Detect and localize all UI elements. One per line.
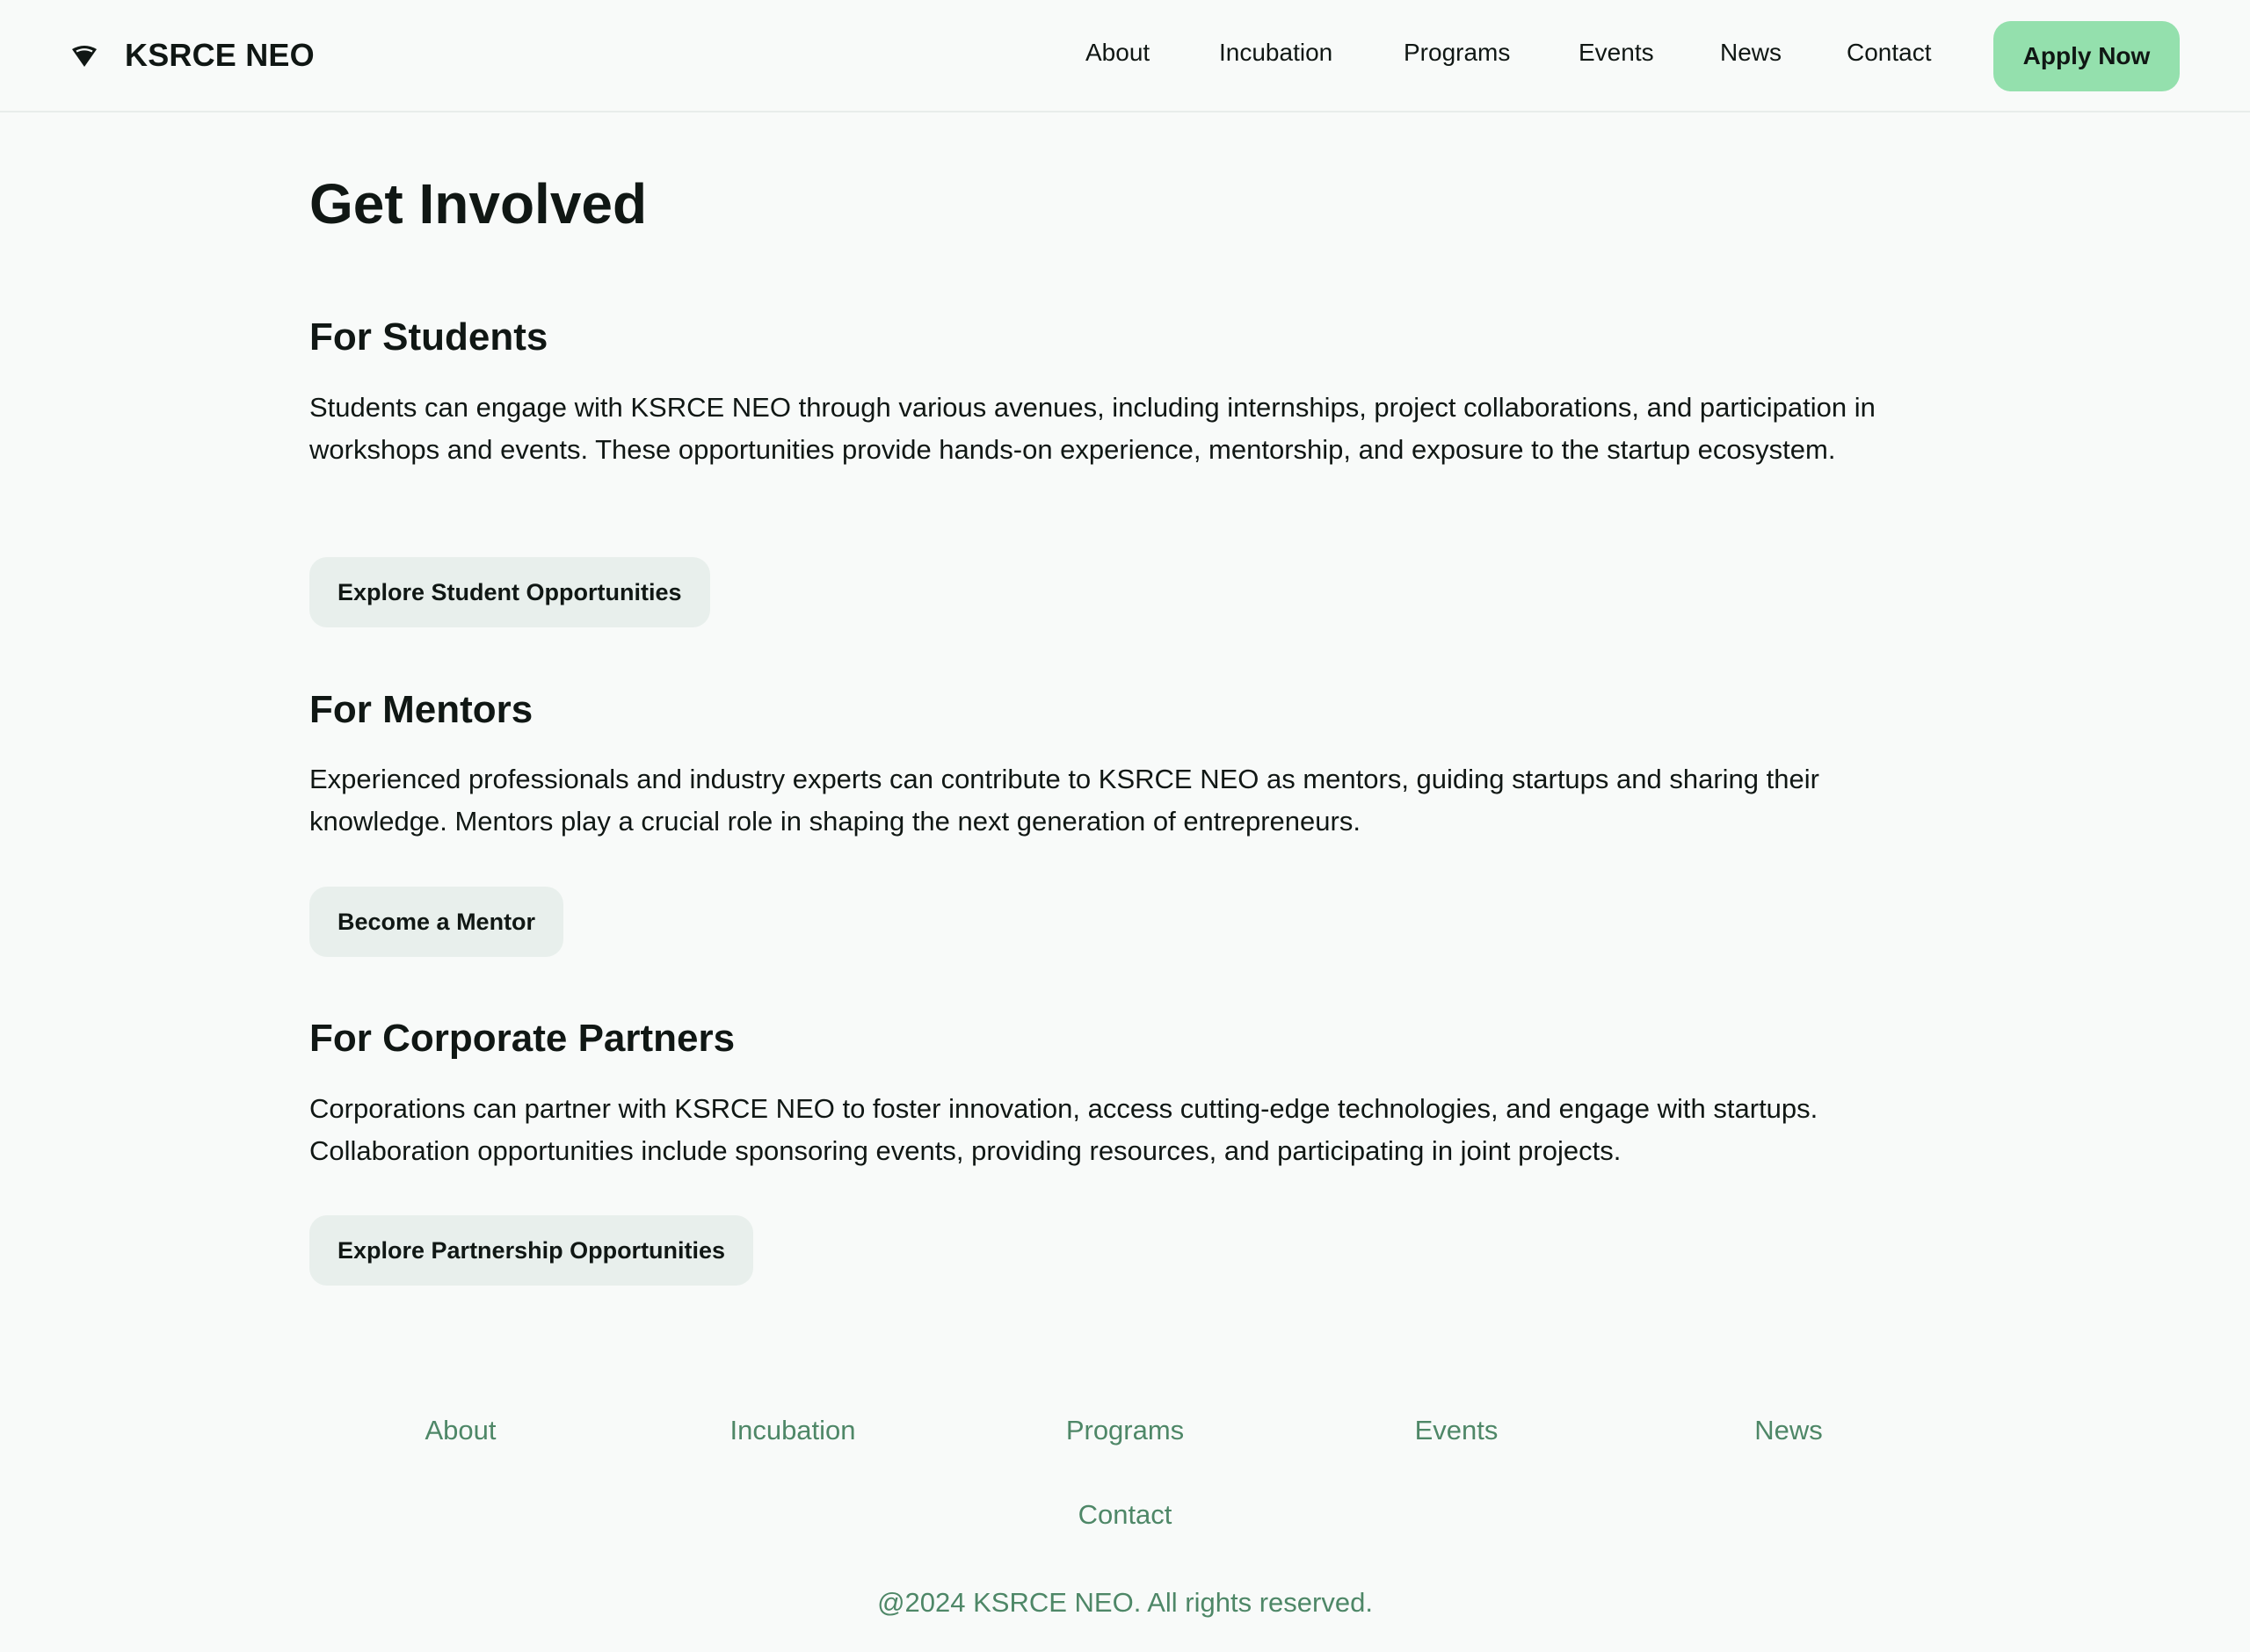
section-title-corporate-partners: For Corporate Partners [309, 1017, 736, 1060]
explore-student-opportunities-button[interactable]: Explore Student Opportunities [309, 557, 710, 627]
site-header: KSRCE NEO About Incubation Programs Even… [0, 0, 2250, 112]
section-text-corporate-partners: Corporations can partner with KSRCE NEO … [309, 1093, 1818, 1166]
section-text-mentors: Experienced professionals and industry e… [309, 764, 1819, 837]
become-a-mentor-button[interactable]: Become a Mentor [309, 887, 564, 957]
nav-link-incubation[interactable]: Incubation [1219, 39, 1332, 67]
brand[interactable]: KSRCE NEO [70, 0, 315, 111]
nav-link-contact[interactable]: Contact [1847, 39, 1932, 67]
nav-link-events[interactable]: Events [1579, 39, 1654, 67]
nav-link-programs[interactable]: Programs [1404, 39, 1510, 67]
footer-link-news[interactable]: News [1754, 1415, 1823, 1446]
section-text-students: Students can engage with KSRCE NEO throu… [309, 392, 1876, 465]
page-title: Get Involved [309, 172, 648, 235]
nav-link-news[interactable]: News [1720, 39, 1782, 67]
footer-link-contact[interactable]: Contact [1078, 1499, 1172, 1531]
brand-name: KSRCE NEO [125, 37, 315, 73]
footer-link-programs[interactable]: Programs [1066, 1415, 1184, 1446]
explore-partnership-opportunities-button[interactable]: Explore Partnership Opportunities [309, 1215, 754, 1286]
footer-link-events[interactable]: Events [1415, 1415, 1499, 1446]
footer-link-incubation[interactable]: Incubation [729, 1415, 855, 1446]
nav-link-about[interactable]: About [1085, 39, 1150, 67]
wifi-signal-icon [70, 41, 98, 69]
section-title-mentors: For Mentors [309, 688, 533, 731]
footer-link-about[interactable]: About [425, 1415, 496, 1446]
apply-now-button[interactable]: Apply Now [1993, 21, 2180, 91]
section-title-students: For Students [309, 315, 548, 359]
copyright-text: @2024 KSRCE NEO. All rights reserved. [877, 1587, 1373, 1618]
